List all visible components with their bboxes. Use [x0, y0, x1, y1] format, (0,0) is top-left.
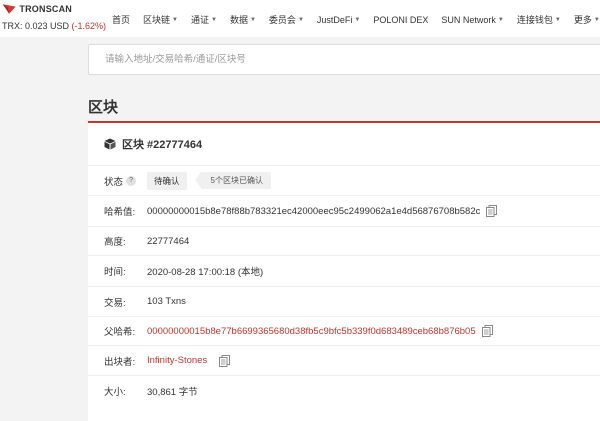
- producer-wrap: Infinity-Stones: [147, 354, 231, 367]
- nav-more[interactable]: 更多 ▼: [574, 11, 600, 28]
- trx-price-value: TRX: 0.023 USD: [2, 21, 70, 31]
- nav-justdefi[interactable]: JustDeFi ▼: [317, 13, 360, 27]
- chevron-down-icon: ▼: [211, 16, 217, 23]
- size-value: 30,861 字节: [147, 386, 198, 398]
- main-nav: 首页 区块链 ▼ 通证 ▼ 数据 ▼ 委员会 ▼ JustDeFi ▼ POLO…: [112, 11, 600, 28]
- nav-sun-network[interactable]: SUN Network ▼: [441, 13, 503, 27]
- search-input[interactable]: [103, 53, 600, 66]
- time-label: 时间:: [104, 267, 126, 278]
- copy-icon[interactable]: [481, 325, 493, 337]
- confirmations-badge: 5个区块已确认: [194, 172, 271, 189]
- nav-label: 首页: [112, 15, 131, 25]
- trx-price-change: (-1.62%): [71, 21, 107, 31]
- producer-link[interactable]: Infinity-Stones: [147, 355, 207, 366]
- row-producer: 出块者: Infinity-Stones: [88, 345, 600, 375]
- nav-blockchain[interactable]: 区块链 ▼: [143, 11, 178, 28]
- nav-label: SUN Network: [441, 14, 496, 25]
- time-value: 2020-08-28 17:00:18 (本地): [147, 267, 264, 278]
- chevron-down-icon: ▼: [354, 16, 361, 23]
- chevron-down-icon: ▼: [172, 16, 178, 23]
- producer-label: 出块者:: [104, 356, 136, 368]
- height-label: 高度:: [104, 237, 126, 248]
- page-title: 区块: [88, 99, 119, 116]
- chevron-down-icon: ▼: [593, 16, 600, 23]
- row-height: 高度: 22777464: [88, 226, 600, 255]
- status-label: 状态 ?: [104, 174, 137, 188]
- tronscan-logo-icon: [2, 4, 16, 14]
- nav-label: POLONI DEX: [373, 14, 429, 25]
- nav-label: 区块链: [143, 15, 171, 25]
- block-card: 区块 #22777464 状态 ? 待确认 5个区块已确认 哈希值: 00000…: [88, 121, 600, 421]
- chevron-down-icon: ▼: [249, 16, 256, 23]
- copy-icon[interactable]: [486, 205, 498, 217]
- nav-home[interactable]: 首页: [112, 11, 130, 28]
- nav-label: 连接钱包: [516, 15, 553, 25]
- nav-tokens[interactable]: 通证 ▼: [191, 11, 217, 28]
- block-title: 区块 #22777464: [122, 139, 203, 151]
- row-status: 状态 ? 待确认 5个区块已确认: [88, 165, 600, 195]
- row-size: 大小: 30,861 字节: [88, 375, 600, 405]
- nav-poloni-dex[interactable]: POLONI DEX: [373, 13, 428, 27]
- status-badge: 待确认: [147, 171, 187, 190]
- height-value: 22777464: [147, 235, 190, 247]
- help-icon[interactable]: ?: [126, 175, 137, 186]
- transactions-label: 交易:: [104, 297, 126, 309]
- hash-value-wrap: 00000000015b8e78f88b783321ec42000eec95c2…: [147, 205, 498, 217]
- nav-connect-wallet[interactable]: 连接钱包 ▼: [517, 11, 561, 28]
- logo[interactable]: TRONSCAN: [2, 2, 72, 16]
- search-box: [88, 44, 600, 75]
- nav-label: 通证: [190, 15, 209, 25]
- row-parent-hash: 父哈希: 00000000015b8e77b6699365680d38fb5c9…: [88, 316, 600, 345]
- chevron-down-icon: ▼: [497, 16, 504, 23]
- block-card-header: 区块 #22777464: [104, 136, 202, 152]
- row-time: 时间: 2020-08-28 17:00:18 (本地): [88, 255, 600, 286]
- nav-label: 更多: [573, 15, 592, 25]
- nav-label: 数据: [229, 15, 248, 25]
- logo-text: TRONSCAN: [19, 4, 72, 14]
- parent-hash-wrap: 00000000015b8e77b6699365680d38fb5c9bfc5b…: [147, 325, 493, 337]
- nav-data[interactable]: 数据 ▼: [230, 11, 256, 28]
- row-transactions: 交易: 103 Txns: [88, 286, 600, 316]
- nav-label: JustDeFi: [316, 14, 353, 25]
- row-hash: 哈希值: 00000000015b8e78f88b783321ec42000ee…: [88, 195, 600, 226]
- hash-value: 00000000015b8e78f88b783321ec42000eec95c2…: [147, 205, 481, 217]
- parent-hash-link[interactable]: 00000000015b8e77b6699365680d38fb5c9bfc5b…: [147, 326, 476, 337]
- chevron-down-icon: ▼: [297, 16, 304, 23]
- hash-label: 哈希值:: [104, 207, 136, 218]
- trx-price: TRX: 0.023 USD (-1.62%): [2, 21, 106, 31]
- nav-label: 委员会: [268, 15, 296, 25]
- status-label-text: 状态: [104, 176, 124, 188]
- parent-hash-label: 父哈希:: [104, 327, 136, 338]
- cube-icon: [104, 138, 116, 150]
- chevron-down-icon: ▼: [554, 16, 561, 23]
- nav-committee[interactable]: 委员会 ▼: [269, 11, 304, 28]
- top-header: TRONSCAN TRX: 0.023 USD (-1.62%) 首页 区块链 …: [0, 0, 600, 37]
- size-label: 大小:: [104, 386, 126, 398]
- status-value: 待确认 5个区块已确认: [147, 171, 271, 190]
- transactions-value: 103 Txns: [147, 296, 186, 307]
- copy-icon[interactable]: [219, 354, 231, 367]
